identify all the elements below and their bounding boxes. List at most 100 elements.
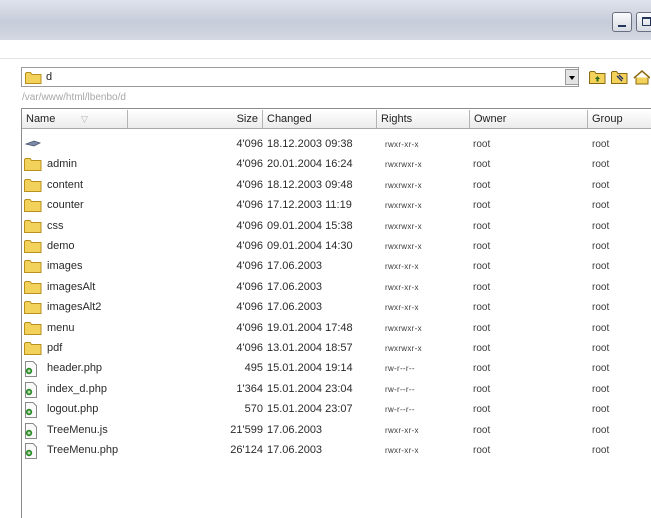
new-folder-button[interactable]: [611, 69, 628, 85]
file-size: 26'124: [230, 444, 263, 456]
file-owner: root: [473, 404, 491, 416]
file-size: 4'096: [236, 240, 263, 252]
file-row[interactable]: content 4'096 18.12.2003 09:48 rwxrwxr-x roo…: [22, 176, 651, 196]
file-name: admin: [47, 158, 77, 171]
file-name: index_d.php: [47, 382, 107, 395]
file-name: counter: [47, 199, 84, 212]
divider: [0, 58, 651, 59]
file-changed: 19.01.2004 17:48: [267, 321, 353, 334]
file-owner: root: [473, 241, 491, 252]
column-header-size[interactable]: Size: [22, 110, 263, 128]
file-owner: root: [473, 261, 491, 273]
directory-combobox[interactable]: d: [21, 67, 579, 87]
file-owner: root: [473, 322, 491, 334]
file-rights: rwxr-xr-x: [385, 425, 419, 435]
home-icon: [633, 70, 651, 85]
file-size: 4'096: [236, 138, 263, 150]
file-row[interactable]: TreeMenu.js 21'599 17.06.2003 rwxr-xr-x root…: [22, 421, 651, 441]
file-row[interactable]: demo 4'096 09.01.2004 14:30 rwxrwxr-x root ro…: [22, 237, 651, 257]
file-row[interactable]: pdf 4'096 13.01.2004 18:57 rwxrwxr-x root roo…: [22, 339, 651, 359]
full-path-label: /var/www/html/lbenbo/d: [22, 92, 126, 103]
file-owner: root: [473, 424, 491, 436]
file-row[interactable]: counter 4'096 17.12.2003 11:19 rwxrwxr-x roo…: [22, 196, 651, 216]
file-row[interactable]: imagesAlt 4'096 17.06.2003 rwxr-xr-x root roo…: [22, 278, 651, 298]
file-name: content: [47, 178, 84, 191]
file-group: root: [592, 363, 610, 375]
file-rights: rwxrwxr-x: [385, 221, 422, 231]
file-changed: 15.01.2004 23:07: [267, 403, 353, 416]
file-group: root: [592, 302, 610, 314]
file-name: TreeMenu.js: [47, 423, 108, 436]
folder-up-icon: [589, 71, 606, 84]
file-row[interactable]: admin 4'096 20.01.2004 16:24 rwxrwxr-x root r…: [22, 155, 651, 175]
file-row[interactable]: imagesAlt2 4'096 17.06.2003 rwxr-xr-x root ro…: [22, 298, 651, 318]
column-owner-label: Owner: [474, 113, 507, 125]
file-size: 4'096: [236, 321, 263, 334]
file-row[interactable]: logout.php 570 15.01.2004 23:07 rw-r--r-- ro…: [22, 400, 651, 420]
file-size: 495: [244, 362, 263, 375]
file-size: 1'364: [236, 382, 263, 395]
parent-folder-button[interactable]: [589, 69, 606, 85]
file-rights: rwxrwxr-x: [385, 323, 422, 333]
file-group: root: [592, 159, 610, 171]
file-group: root: [592, 445, 610, 456]
file-size: 4'096: [236, 301, 263, 314]
current-directory-value: d: [46, 71, 53, 83]
file-rights: rw-r--r--: [385, 384, 415, 394]
file-rights: rwxrwxr-x: [385, 201, 422, 211]
file-row[interactable]: images 4'096 17.06.2003 rwxr-xr-x root root: [22, 257, 651, 277]
file-name: menu: [47, 321, 75, 334]
minimize-button[interactable]: [612, 12, 632, 32]
file-owner: root: [473, 343, 491, 354]
file-rights: rwxrwxr-x: [385, 180, 422, 190]
file-rights: rw-r--r--: [385, 405, 415, 415]
file-row[interactable]: index_d.php 1'364 15.01.2004 23:04 rw-r--r-…: [22, 380, 651, 400]
file-size: 4'096: [236, 342, 263, 354]
file-rights: rwxr-xr-x: [385, 140, 419, 149]
file-size: 4'096: [236, 219, 263, 232]
file-owner: root: [473, 302, 491, 314]
file-group: root: [592, 424, 610, 436]
folder-icon: [24, 300, 42, 317]
file-size: 21'599: [230, 423, 263, 436]
file-row[interactable]: header.php 495 15.01.2004 19:14 rw-r--r-- ro…: [22, 359, 651, 379]
file-size: 4'096: [236, 158, 263, 171]
file-group: root: [592, 383, 610, 395]
file-changed: 17.12.2003 11:19: [267, 199, 352, 212]
file-rights: rwxr-xr-x: [385, 303, 419, 313]
file-row[interactable]: css 4'096 09.01.2004 15:38 rwxrwxr-x root roo…: [22, 217, 651, 237]
php-file-icon: [24, 443, 38, 462]
php-file-icon: [24, 402, 38, 421]
home-button[interactable]: [633, 69, 651, 85]
file-group: root: [592, 179, 610, 191]
file-name: css: [47, 219, 64, 232]
column-header-changed[interactable]: Changed: [263, 110, 377, 128]
column-header-rights[interactable]: Rights: [377, 110, 470, 128]
new-folder-icon: [611, 71, 628, 84]
column-header-owner[interactable]: Owner: [470, 110, 588, 128]
file-group: root: [592, 343, 610, 354]
folder-icon: [24, 321, 42, 338]
file-size: 4'096: [236, 178, 263, 191]
file-changed: 17.06.2003: [267, 301, 323, 314]
maximize-button[interactable]: [636, 12, 651, 32]
file-row[interactable]: TreeMenu.php 26'124 17.06.2003 rwxr-xr-x roo…: [22, 441, 651, 461]
folder-icon: [24, 341, 42, 358]
file-name: imagesAlt: [47, 280, 96, 293]
file-rights: rwxr-xr-x: [385, 262, 419, 272]
file-name: imagesAlt2: [47, 301, 102, 314]
file-changed: 09.01.2004 15:38: [267, 219, 353, 232]
file-name: demo: [47, 240, 75, 252]
php-file-icon: [24, 361, 38, 380]
window-titlebar: [0, 0, 651, 40]
file-owner: root: [473, 281, 491, 293]
directory-dropdown-button[interactable]: [565, 69, 579, 85]
file-group: root: [592, 261, 610, 273]
file-row[interactable]: 4'096 18.12.2003 09:38 rwxr-xr-x root root: [22, 135, 651, 155]
file-rights: rwxr-xr-x: [385, 282, 419, 292]
file-rights: rwxrwxr-x: [385, 160, 422, 170]
folder-icon: [24, 219, 42, 236]
file-row[interactable]: menu 4'096 19.01.2004 17:48 rwxrwxr-x root ro…: [22, 319, 651, 339]
file-changed: 17.06.2003: [267, 423, 323, 436]
column-header-group[interactable]: Group: [588, 110, 651, 128]
